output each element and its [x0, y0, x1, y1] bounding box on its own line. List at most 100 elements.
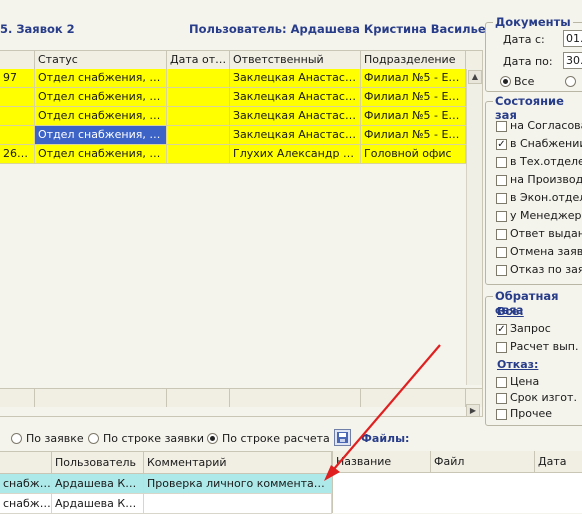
checkbox-state-7[interactable] — [496, 247, 507, 258]
files-title: Файлы: — [361, 432, 410, 445]
cell-status: Отдел снабжения, ра... — [35, 88, 167, 106]
cell-responsible: Заклецкая Анастасия... — [230, 107, 361, 125]
checkbox-term[interactable] — [496, 393, 507, 404]
table-row[interactable]: снабже... Ардашева Кри... — [0, 494, 332, 514]
col-header-division[interactable]: Подразделение — [361, 51, 466, 69]
col-header-date[interactable]: Дата отв... — [167, 51, 230, 69]
checkbox-request[interactable]: ✓ — [496, 324, 507, 335]
table-row-selected[interactable]: Отдел снабжения, ра... Заклецкая Анастас… — [0, 126, 482, 145]
cell-left — [0, 126, 35, 144]
checkbox-label: у Менеджера — [510, 209, 582, 222]
checkbox-label: Отказ по заяв — [510, 263, 582, 276]
col-header-left[interactable] — [0, 51, 35, 69]
checkbox-calc[interactable] — [496, 342, 507, 353]
cell-responsible: Заклецкая Анастасия... — [230, 69, 361, 87]
cell-status: Отдел снабжения, ра... — [35, 69, 167, 87]
col-header-left[interactable] — [0, 452, 52, 473]
table-row[interactable]: Отдел снабжения, ра... Заклецкая Анастас… — [0, 88, 482, 107]
footer-cell — [230, 389, 361, 407]
checkbox-label: Запрос — [510, 322, 551, 335]
cell-status: Отдел снабжения, ра... — [35, 145, 167, 163]
scroll-right-icon[interactable]: ▶ — [466, 404, 480, 416]
checkbox-state-0[interactable] — [496, 121, 507, 132]
cell-left: 26С... — [0, 145, 35, 163]
col-header-file[interactable]: Файл — [431, 451, 535, 472]
files-grid[interactable]: Название Файл Дата — [332, 451, 582, 513]
checkbox-other[interactable] — [496, 409, 507, 420]
col-header-date[interactable]: Дата — [535, 451, 582, 472]
cell-user: Ардашева Кри... — [52, 474, 144, 493]
checkbox-label: на Согласован — [510, 119, 582, 132]
cell-date — [167, 126, 230, 144]
checkbox-state-8[interactable] — [496, 265, 507, 276]
cell-status-selected[interactable]: Отдел снабжения, ра... — [35, 126, 167, 144]
radio-by-request-line-label: По строке заявки — [103, 432, 205, 445]
col-header-responsible[interactable]: Ответственный — [230, 51, 361, 69]
requests-grid[interactable]: Статус Дата отв... Ответственный Подразд… — [0, 50, 483, 417]
checkbox-state-5[interactable] — [496, 211, 507, 222]
grid-header: Статус Дата отв... Ответственный Подразд… — [0, 51, 482, 70]
footer-cell — [167, 389, 230, 407]
table-row[interactable]: 97 Отдел снабжения, ра... Заклецкая Анас… — [0, 69, 482, 88]
cell-comment: Проверка личного комментария — [144, 474, 332, 493]
feedback-refusal-label: Отказ: — [497, 358, 539, 371]
cell-division: Филиал №5 - Екатери... — [361, 126, 466, 144]
cell-left: 97 — [0, 69, 35, 87]
checkbox-price[interactable] — [496, 377, 507, 388]
checkbox-label: Срок изгот. — [510, 391, 577, 404]
radio-by-calc-line[interactable] — [207, 433, 218, 444]
checkbox-label: Расчет вып. — [510, 340, 579, 353]
checkbox-label: Прочее — [510, 407, 553, 420]
checkbox-label: на Производс — [510, 173, 582, 186]
col-header-user[interactable]: Пользователь — [52, 452, 144, 473]
checkbox-label: Цена — [510, 375, 540, 388]
cell-status: Отдел снабжения, ра... — [35, 107, 167, 125]
checkbox-label: в Снабжении — [510, 137, 582, 150]
table-row-highlighted[interactable]: снабже... Ардашева Кри... Проверка лично… — [0, 474, 332, 494]
cell-comment — [144, 494, 332, 513]
date-to-field[interactable]: 30.0 — [563, 52, 582, 69]
date-from-label: Дата с: — [503, 33, 545, 46]
feedback-all-label: Все: — [497, 305, 524, 318]
checkbox-state-1[interactable]: ✓ — [496, 139, 507, 150]
cell-left — [0, 88, 35, 106]
table-row[interactable]: Отдел снабжения, ра... Заклецкая Анастас… — [0, 107, 482, 126]
state-title: Состояние зая — [493, 94, 582, 122]
table-row[interactable]: 26С... Отдел снабжения, ра... Глухих Але… — [0, 145, 482, 164]
list-title: 5. Заявок 2 — [0, 22, 75, 36]
date-from-field[interactable]: 01.0 — [563, 30, 582, 47]
comments-header: Пользователь Комментарий — [0, 452, 332, 474]
radio-by-request-line[interactable] — [88, 433, 99, 444]
radio-by-calc-line-label: По строке расчета — [222, 432, 330, 445]
cell-division: Филиал №5 - Екатери... — [361, 88, 466, 106]
cell-responsible: Заклецкая Анастасия... — [230, 88, 361, 106]
checkbox-label: Ответ выдан — [510, 227, 582, 240]
user-title: Пользователь: Ардашева Кристина Васильев… — [189, 22, 509, 36]
save-icon[interactable] — [334, 429, 351, 446]
checkbox-state-3[interactable] — [496, 175, 507, 186]
col-header-comment[interactable]: Комментарий — [144, 452, 332, 473]
radio-by-request-label: По заявке — [26, 432, 84, 445]
checkbox-state-2[interactable] — [496, 157, 507, 168]
files-header: Название Файл Дата — [333, 451, 582, 473]
radio-by-request[interactable] — [11, 433, 22, 444]
cell-division: Филиал №5 - Екатери... — [361, 107, 466, 125]
scroll-up-icon[interactable]: ▲ — [468, 70, 482, 84]
col-header-status[interactable]: Статус — [35, 51, 167, 69]
vertical-scrollbar[interactable]: ▲ — [466, 69, 482, 385]
checkbox-label: в Тех.отделе — [510, 155, 582, 168]
footer-cell — [361, 389, 466, 407]
col-header-name[interactable]: Название — [333, 451, 431, 472]
radio-other[interactable] — [565, 76, 576, 87]
comments-grid[interactable]: Пользователь Комментарий снабже... Ардаш… — [0, 451, 332, 514]
radio-all[interactable] — [500, 76, 511, 87]
cell-division: Головной офис — [361, 145, 466, 163]
footer-cell — [35, 389, 167, 407]
cell-date — [167, 145, 230, 163]
horizontal-scrollbar[interactable]: ▶ — [0, 404, 482, 416]
grid-footer — [0, 388, 482, 407]
cell-responsible: Заклецкая Анастасия... — [230, 126, 361, 144]
checkbox-state-4[interactable] — [496, 193, 507, 204]
checkbox-state-6[interactable] — [496, 229, 507, 240]
cell-responsible: Глухих Александр Анд... — [230, 145, 361, 163]
